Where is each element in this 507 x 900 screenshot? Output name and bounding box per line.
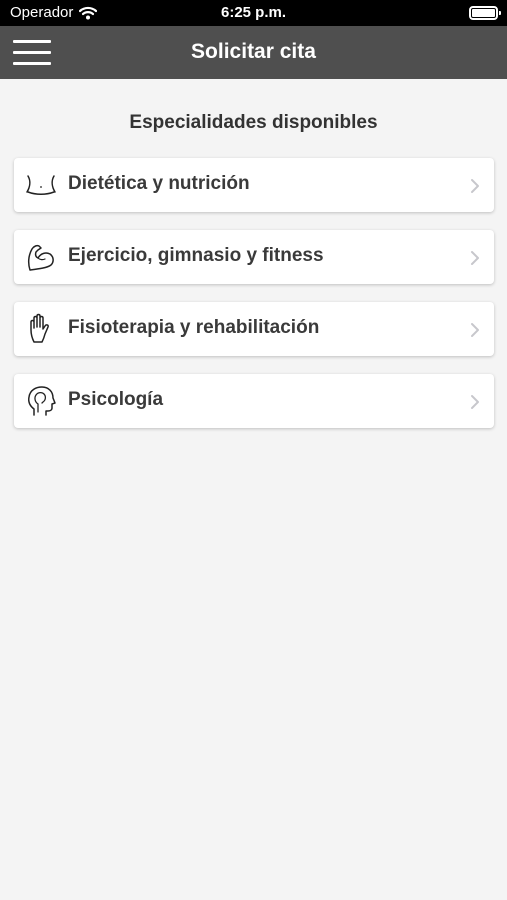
wifi-icon: [79, 6, 98, 19]
specialties-list: Dietética y nutrición Ejercicio, gimnasi…: [14, 158, 494, 446]
chevron-right-icon: [471, 395, 479, 409]
specialty-item-nutrition[interactable]: Dietética y nutrición: [14, 158, 494, 212]
specialty-item-physiotherapy[interactable]: Fisioterapia y rehabilitación: [14, 302, 494, 356]
specialty-item-psychology[interactable]: Psicología: [14, 374, 494, 428]
hand-icon: [24, 312, 58, 346]
chevron-right-icon: [471, 251, 479, 265]
status-left: Operador: [10, 4, 98, 21]
specialty-label: Psicología: [68, 389, 164, 410]
nav-bar: Solicitar cita: [0, 26, 507, 79]
specialty-label: Fisioterapia y rehabilitación: [68, 317, 320, 338]
head-profile-icon: [24, 384, 58, 418]
specialty-item-fitness[interactable]: Ejercicio, gimnasio y fitness: [14, 230, 494, 284]
battery-icon: [469, 6, 501, 20]
status-bar: Operador 6:25 p.m.: [0, 0, 507, 26]
chevron-right-icon: [471, 179, 479, 193]
waist-icon: [24, 168, 58, 202]
page-title: Solicitar cita: [191, 40, 316, 63]
carrier-name: Operador: [10, 4, 74, 21]
specialty-label: Ejercicio, gimnasio y fitness: [68, 245, 324, 266]
specialty-label: Dietética y nutrición: [68, 173, 250, 194]
chevron-right-icon: [471, 323, 479, 337]
flexed-arm-icon: [24, 240, 58, 274]
section-title: Especialidades disponibles: [129, 112, 378, 133]
